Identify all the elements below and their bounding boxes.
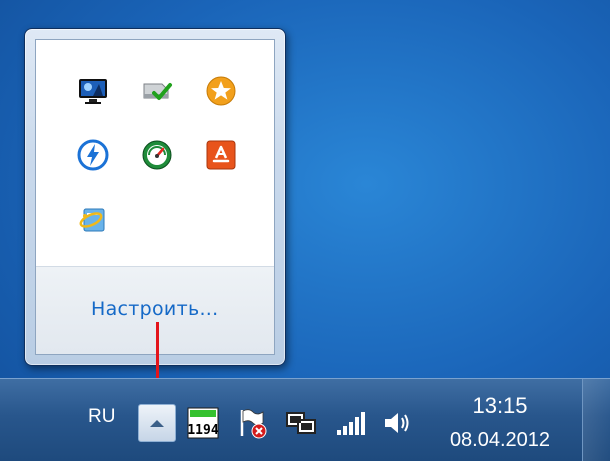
network-meter-value: 1194	[187, 423, 218, 438]
clock-date: 08.04.2012	[449, 429, 551, 451]
star-app-icon[interactable]	[202, 72, 240, 110]
system-clock[interactable]: 13:15 08.04.2012	[440, 393, 560, 453]
action-center-flag-icon[interactable]	[236, 406, 270, 440]
customize-link[interactable]: Настроить...	[91, 298, 218, 320]
network-connection-icon[interactable]	[284, 406, 318, 440]
orange-app-icon[interactable]	[202, 136, 240, 174]
signal-strength-icon[interactable]	[334, 406, 368, 440]
flyout-panel: Настроить...	[35, 39, 275, 355]
safely-remove-hardware-icon[interactable]	[138, 72, 176, 110]
volume-icon[interactable]	[380, 406, 414, 440]
clock-time: 13:15	[472, 393, 528, 418]
language-indicator[interactable]: RU	[88, 406, 115, 428]
speedometer-icon[interactable]	[138, 136, 176, 174]
taskbar: RU 1194 13:15 08.04.2012	[0, 378, 610, 461]
hidden-icons-area	[36, 40, 274, 266]
bolt-app-icon[interactable]	[74, 136, 112, 174]
network-meter-icon[interactable]: 1194	[186, 406, 220, 440]
show-hidden-icons-button[interactable]	[138, 404, 176, 442]
notification-overflow-flyout: Настроить...	[24, 28, 286, 366]
chevron-up-icon	[150, 420, 164, 427]
folder-sync-icon[interactable]	[74, 200, 112, 238]
show-desktop-button[interactable]	[582, 379, 610, 461]
display-monitor-icon[interactable]	[74, 72, 112, 110]
flyout-footer: Настроить...	[36, 266, 274, 354]
